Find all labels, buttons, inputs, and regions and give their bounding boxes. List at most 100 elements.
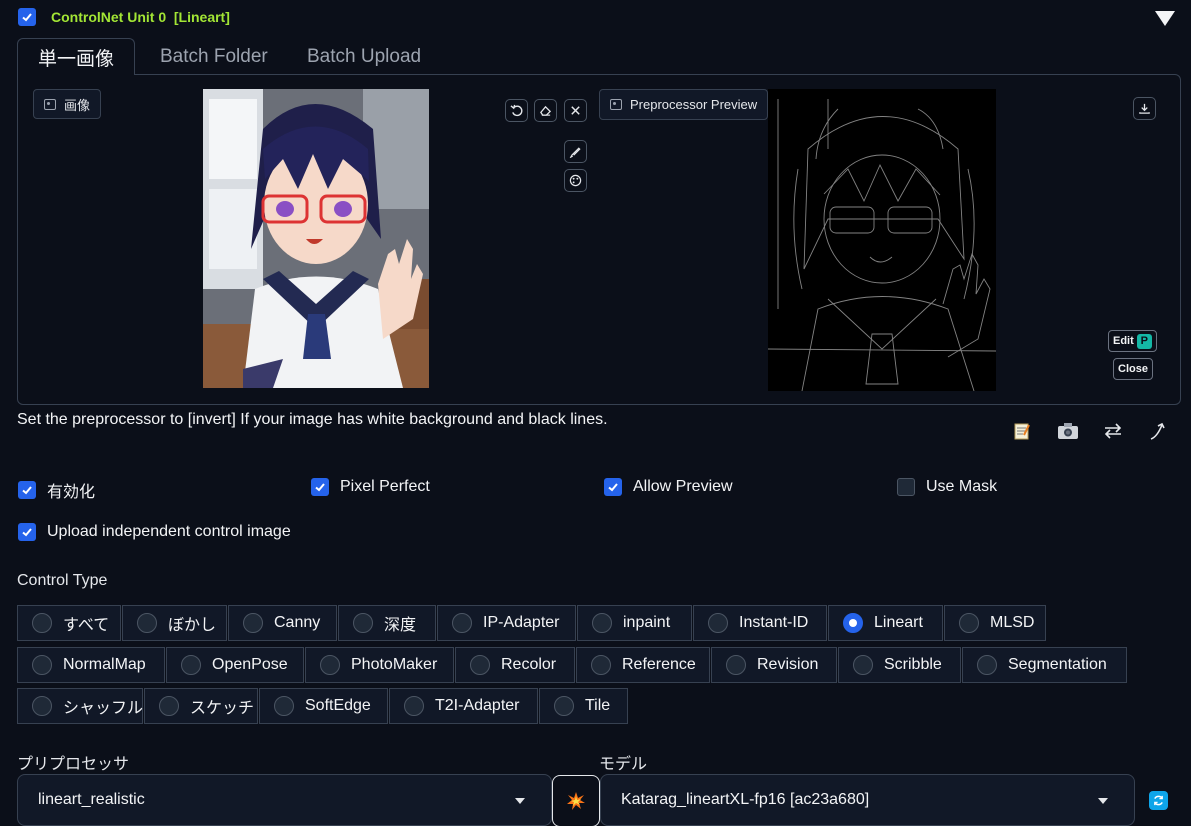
radio-dot: [181, 655, 201, 675]
image-icon: [44, 98, 56, 110]
control-type-option[interactable]: MLSD: [944, 605, 1046, 641]
palette-icon: [569, 174, 582, 187]
check-icon: [608, 483, 618, 492]
radio-dot: [853, 655, 873, 675]
swap-arrows-icon[interactable]: [1100, 418, 1126, 444]
send-arrow-icon[interactable]: [1145, 418, 1171, 444]
pixel-perfect-checkbox[interactable]: [311, 478, 329, 496]
control-type-option-label: PhotoMaker: [351, 656, 438, 673]
control-type-option[interactable]: Tile: [539, 688, 628, 724]
check-icon: [22, 13, 32, 22]
tab-batch-upload[interactable]: Batch Upload: [287, 38, 441, 75]
control-type-option[interactable]: T2I-Adapter: [389, 688, 538, 724]
model-label: モデル: [599, 756, 648, 773]
control-type-option[interactable]: inpaint: [577, 605, 692, 641]
control-type-option-label: Lineart: [874, 614, 923, 631]
control-type-option-label: Recolor: [501, 656, 557, 673]
control-type-option[interactable]: IP-Adapter: [437, 605, 576, 641]
preprocessor-preview-label: Preprocessor Preview: [599, 89, 769, 120]
close-button[interactable]: Close: [1113, 358, 1153, 380]
control-type-option-selected[interactable]: Lineart: [828, 605, 943, 641]
eraser-icon: [540, 105, 552, 116]
allow-preview-option[interactable]: Allow Preview: [604, 478, 733, 496]
control-type-option[interactable]: SoftEdge: [259, 688, 388, 724]
allow-preview-checkbox[interactable]: [604, 478, 622, 496]
upload-independent-option[interactable]: Upload independent control image: [18, 523, 291, 541]
preprocessor-value: lineart_realistic: [38, 791, 145, 808]
unit-title[interactable]: ControlNet Unit 0 [Lineart]: [51, 9, 230, 25]
pixel-perfect-option[interactable]: Pixel Perfect: [311, 478, 430, 496]
enable-option[interactable]: 有効化: [18, 478, 95, 502]
allow-preview-label: Allow Preview: [633, 478, 733, 495]
check-icon: [22, 528, 32, 537]
model-select[interactable]: Katarag_lineartXL-fp16 [ac23a680]: [600, 774, 1135, 826]
control-type-option[interactable]: Reference: [576, 647, 710, 683]
control-type-option[interactable]: 深度: [338, 605, 436, 641]
control-type-option-label: NormalMap: [63, 656, 146, 673]
collapse-triangle-icon[interactable]: [1155, 11, 1175, 26]
dropdown-caret-icon: [515, 798, 525, 804]
control-type-option-label: Scribble: [884, 656, 942, 673]
radio-dot: [592, 613, 612, 633]
upload-independent-checkbox[interactable]: [18, 523, 36, 541]
control-type-option[interactable]: シャッフル: [17, 688, 143, 724]
input-image[interactable]: [203, 89, 429, 388]
input-image-label: 画像: [33, 89, 102, 119]
radio-dot: [977, 655, 997, 675]
radio-dot: [32, 613, 52, 633]
undo-button[interactable]: [505, 99, 528, 122]
radio-dot: [243, 613, 263, 633]
control-type-option[interactable]: PhotoMaker: [305, 647, 454, 683]
control-type-option[interactable]: Instant-ID: [693, 605, 827, 641]
control-type-option[interactable]: ぼかし: [122, 605, 227, 641]
control-type-option[interactable]: Segmentation: [962, 647, 1127, 683]
radio-dot: [554, 696, 574, 716]
preprocessor-preview-image[interactable]: [768, 89, 996, 391]
control-type-option-label: ぼかし: [168, 617, 217, 634]
run-preprocessor-button[interactable]: [552, 775, 600, 826]
control-type-option[interactable]: Canny: [228, 605, 337, 641]
clear-image-button[interactable]: [564, 99, 587, 122]
radio-dot: [320, 655, 340, 675]
camera-icon[interactable]: [1055, 418, 1081, 444]
notepad-icon[interactable]: [1009, 418, 1035, 444]
control-type-option[interactable]: Revision: [711, 647, 837, 683]
color-palette-button[interactable]: [564, 169, 587, 192]
download-button[interactable]: [1133, 97, 1156, 120]
use-mask-checkbox[interactable]: [897, 478, 915, 496]
use-mask-label: Use Mask: [926, 478, 998, 495]
control-type-option-label: MLSD: [990, 614, 1035, 631]
control-type-option[interactable]: NormalMap: [17, 647, 165, 683]
model-value: Katarag_lineartXL-fp16 [ac23a680]: [621, 791, 870, 808]
tab-single-image[interactable]: 単一画像: [17, 38, 136, 75]
dropdown-caret-icon: [1098, 798, 1108, 804]
control-type-option-label: Segmentation: [1008, 656, 1107, 673]
control-type-option-label: シャッフル: [63, 700, 144, 717]
control-type-option[interactable]: Scribble: [838, 647, 961, 683]
control-type-option-label: Tile: [585, 697, 611, 714]
radio-dot-selected: [843, 613, 863, 633]
image-panel: [17, 74, 1181, 405]
radio-dot: [726, 655, 746, 675]
radio-dot: [353, 613, 373, 633]
preprocessor-label: プリプロセッサ: [17, 756, 130, 773]
control-type-option-label: inpaint: [623, 614, 671, 631]
close-icon: [571, 106, 580, 115]
control-type-option-label: SoftEdge: [305, 697, 371, 714]
edit-button[interactable]: Edit P: [1108, 330, 1157, 352]
brush-button[interactable]: [564, 140, 587, 163]
tab-batch-folder[interactable]: Batch Folder: [140, 38, 288, 75]
control-type-option[interactable]: すべて: [17, 605, 121, 641]
control-type-option[interactable]: スケッチ: [144, 688, 258, 724]
control-type-option[interactable]: OpenPose: [166, 647, 304, 683]
enable-checkbox[interactable]: [18, 481, 36, 499]
radio-dot: [452, 613, 472, 633]
preprocessor-select[interactable]: lineart_realistic: [17, 774, 552, 826]
photopea-icon: P: [1136, 333, 1152, 349]
control-type-option[interactable]: Recolor: [455, 647, 575, 683]
use-mask-option[interactable]: Use Mask: [897, 478, 997, 496]
refresh-models-button[interactable]: [1149, 791, 1168, 810]
unit-enable-checkbox[interactable]: [18, 8, 36, 26]
eraser-button[interactable]: [534, 99, 557, 122]
preprocessor-preview-label-text: Preprocessor Preview: [630, 97, 758, 112]
